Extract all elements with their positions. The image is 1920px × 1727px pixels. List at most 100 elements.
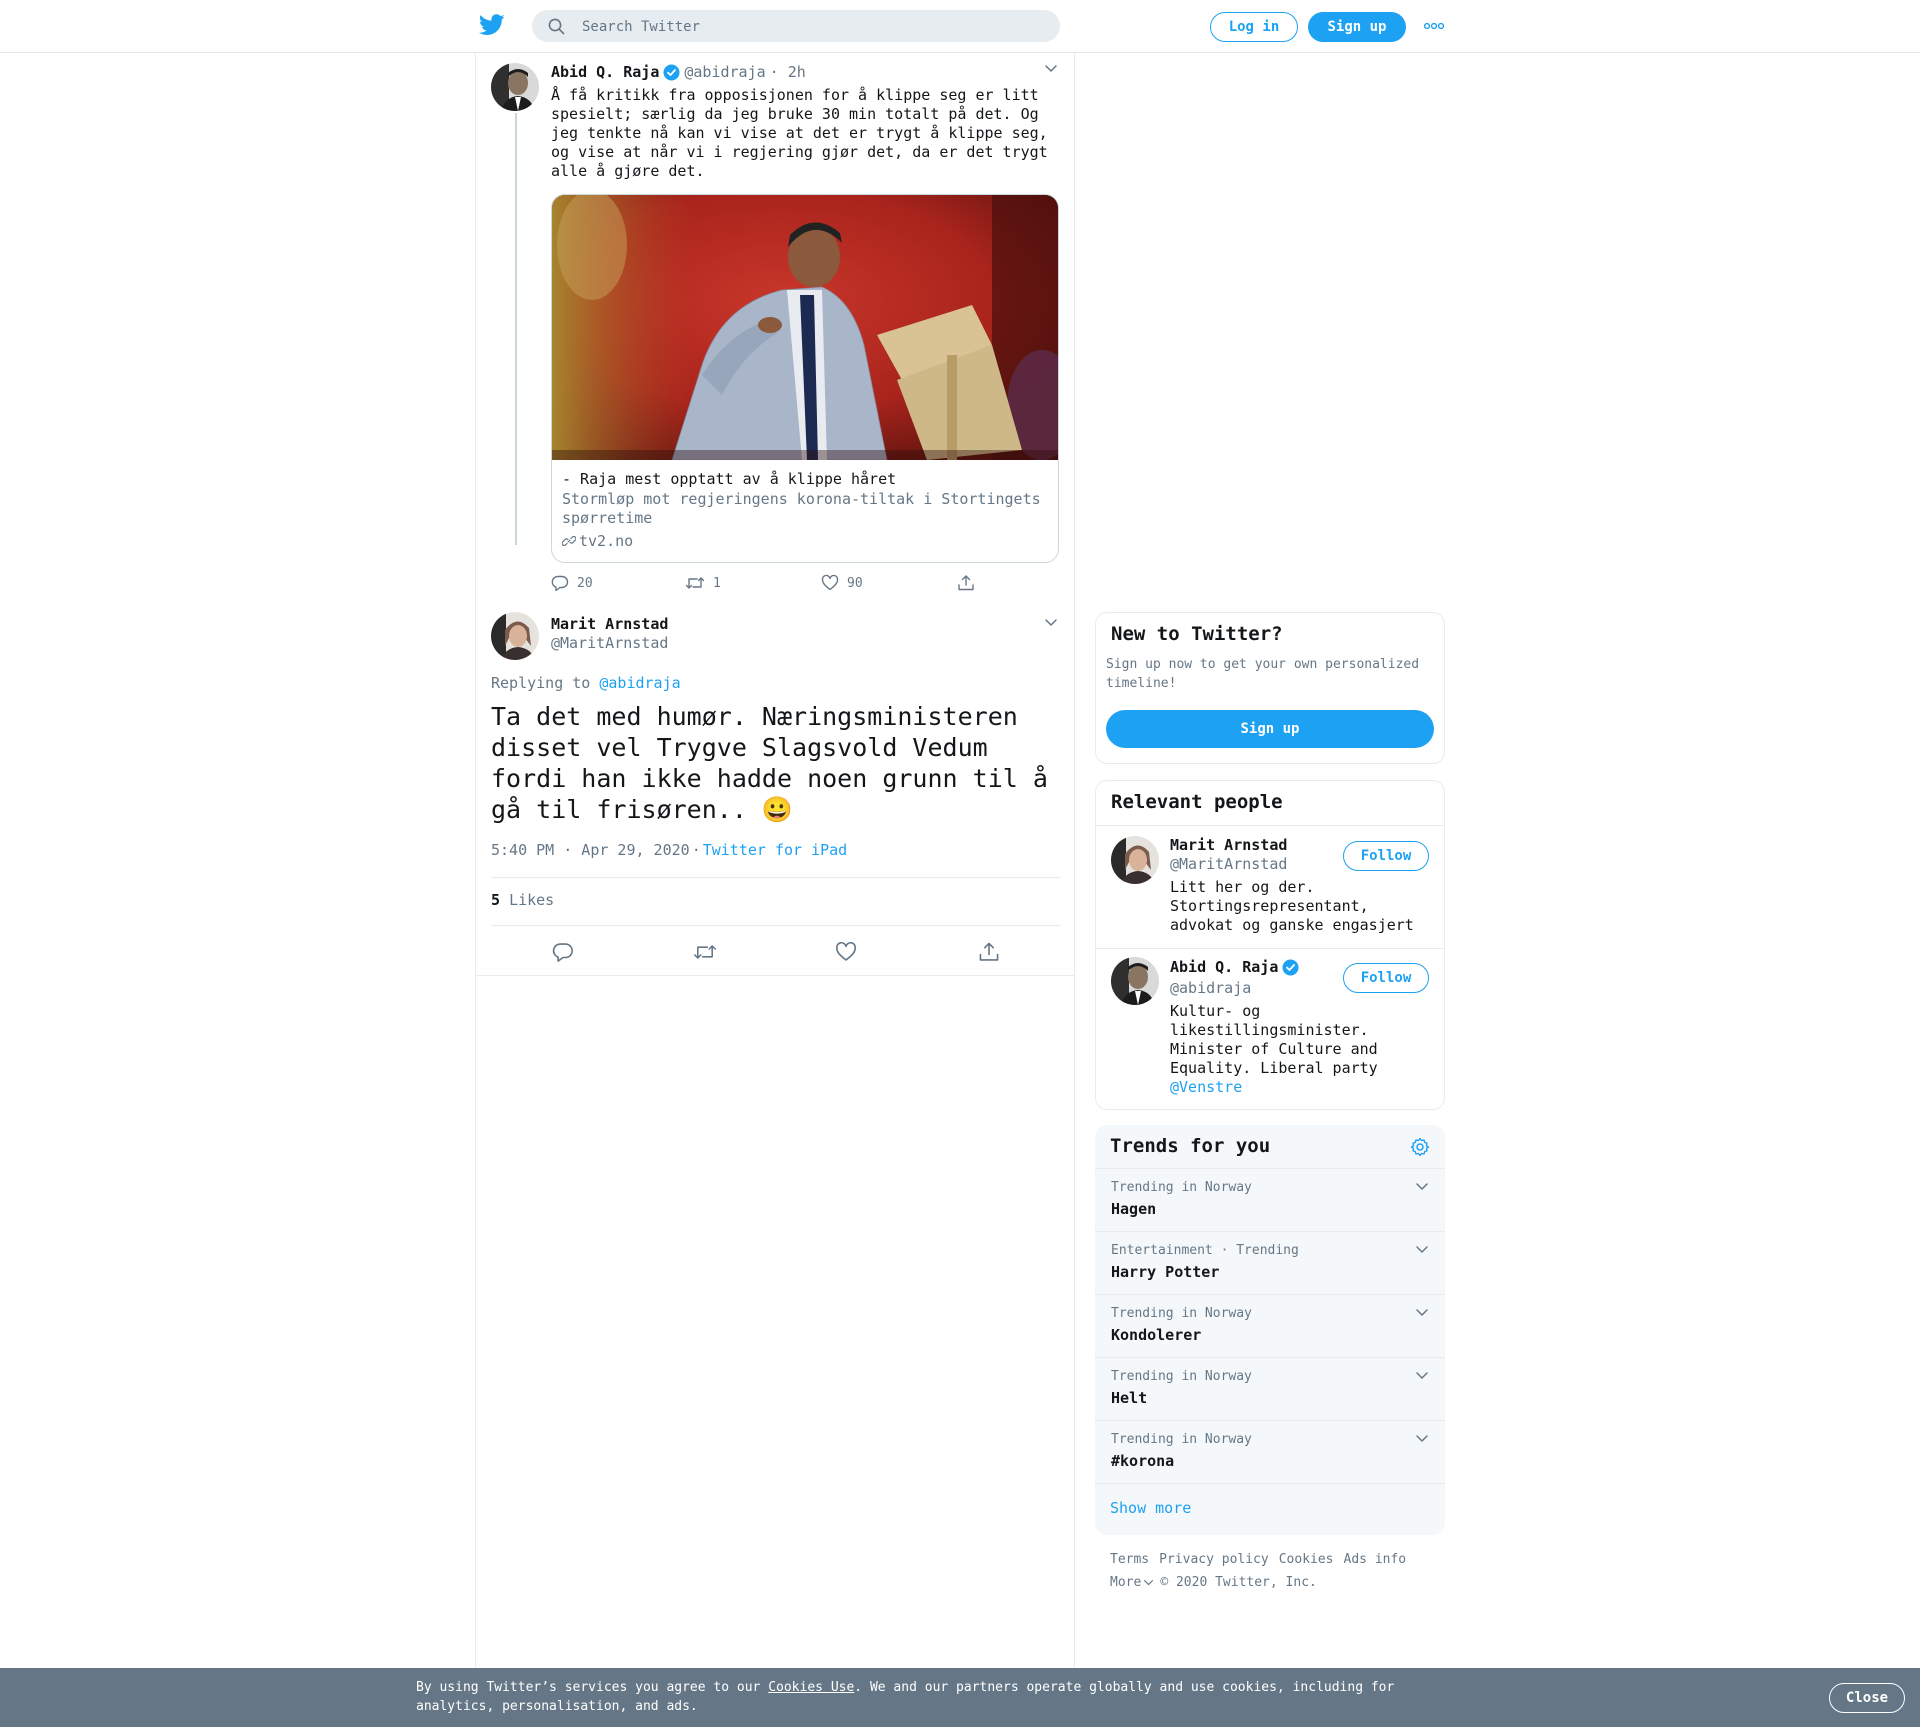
focal-like-icon[interactable] (835, 941, 857, 963)
chevron-down-icon[interactable] (1415, 1182, 1429, 1192)
trend-item[interactable]: Trending in Norway Helt (1095, 1357, 1445, 1420)
retweet-action[interactable]: 1 (685, 574, 721, 592)
footer-link-cookies[interactable]: Cookies (1279, 1552, 1334, 1567)
more-dots-icon[interactable] (1424, 21, 1444, 31)
footer-link-privacy[interactable]: Privacy policy (1159, 1552, 1269, 1567)
trend-context: Trending in Norway (1111, 1180, 1252, 1195)
card-title: - Raja mest opptatt av å klippe håret (562, 470, 897, 488)
avatar-abid-raja[interactable] (1111, 957, 1159, 1005)
follow-button[interactable]: Follow (1343, 963, 1429, 993)
card-domain-text: tv2.no (579, 532, 634, 550)
person-row-abid-raja[interactable]: Abid Q. Raja @abidraja Kultur- og likest… (1096, 949, 1444, 1109)
trend-title: Helt (1111, 1389, 1148, 1407)
focal-share-icon[interactable] (978, 941, 1000, 963)
tweet-source-link[interactable]: Twitter for iPad (703, 841, 848, 859)
signup-header-button[interactable]: Sign up (1308, 12, 1406, 42)
divider (491, 877, 1061, 878)
meta-separator: · (691, 841, 701, 859)
focal-reply-icon[interactable] (552, 941, 574, 963)
show-more-link[interactable]: Show more (1110, 1499, 1191, 1517)
parent-tweet[interactable]: Abid Q. Raja @abidraja · 2h Å få kritikk… (476, 53, 1074, 598)
card-description: Stormløp mot regjeringens korona-tiltak … (562, 490, 1041, 527)
footer-second-row: More © 2020 Twitter, Inc. (1110, 1575, 1317, 1590)
search-input[interactable] (580, 10, 1044, 44)
trends-title: Trends for you (1110, 1135, 1271, 1157)
trend-item[interactable]: Trending in Norway Hagen (1095, 1168, 1445, 1231)
person-bio: Kultur- og likestillingsminister. Minist… (1170, 1002, 1410, 1097)
chevron-down-icon[interactable] (1044, 618, 1058, 628)
person-name[interactable]: Marit Arnstad (1170, 836, 1287, 854)
chevron-down-icon[interactable] (1415, 1371, 1429, 1381)
cookie-consent-bar: By using Twitter’s services you agree to… (0, 1668, 1920, 1727)
footer-link-terms[interactable]: Terms (1110, 1552, 1149, 1567)
cookies-use-link[interactable]: Cookies Use (768, 1680, 854, 1695)
parent-tweet-header: Abid Q. Raja @abidraja · 2h (551, 63, 806, 81)
signup-sidebar-button[interactable]: Sign up (1106, 710, 1434, 748)
bio-mention-link[interactable]: @Venstre (1170, 1078, 1242, 1096)
new-to-twitter-panel: New to Twitter? Sign up now to get your … (1095, 612, 1445, 764)
avatar-marit-arnstad[interactable] (491, 612, 539, 660)
focal-tweet-meta: 5:40 PM · Apr 29, 2020 · Twitter for iPa… (491, 841, 847, 859)
author-name[interactable]: Abid Q. Raja (551, 63, 659, 81)
like-icon[interactable] (821, 574, 839, 592)
reply-icon[interactable] (551, 574, 569, 592)
person-bio: Litt her og der. Stortingsrepresentant, … (1170, 878, 1414, 934)
trend-title: Hagen (1111, 1200, 1157, 1218)
chevron-down-icon[interactable] (1044, 64, 1058, 74)
tweet-time[interactable]: · 2h (770, 63, 806, 81)
chevron-down-icon[interactable] (1415, 1434, 1429, 1444)
trend-item[interactable]: Trending in Norway #korona (1095, 1420, 1445, 1483)
reply-count: 20 (577, 575, 593, 591)
follow-button[interactable]: Follow (1343, 841, 1429, 871)
focal-author-name[interactable]: Marit Arnstad (551, 615, 668, 633)
trend-title: #korona (1111, 1452, 1175, 1470)
likes-count: 5 (491, 891, 501, 909)
settings-gear-icon[interactable] (1410, 1137, 1430, 1157)
top-nav-bar: Log in Sign up (0, 0, 1920, 53)
reply-action[interactable]: 20 (551, 574, 593, 592)
replying-prefix: Replying to (491, 674, 591, 692)
new-to-twitter-text: Sign up now to get your own personalized… (1106, 657, 1420, 691)
trend-title: Harry Potter (1111, 1263, 1220, 1281)
footer-link-ads-info[interactable]: Ads info (1344, 1552, 1407, 1567)
likes-summary[interactable]: 5 Likes (491, 891, 554, 909)
person-name[interactable]: Abid Q. Raja (1170, 958, 1278, 976)
chevron-down-icon[interactable] (1415, 1308, 1429, 1318)
retweet-count: 1 (713, 575, 721, 591)
focal-retweet-icon[interactable] (693, 941, 717, 963)
footer-links: Terms Privacy policy Cookies Ads info (1110, 1552, 1406, 1567)
retweet-icon[interactable] (685, 574, 705, 592)
chevron-down-icon (1143, 1579, 1154, 1587)
person-row-marit-arnstad[interactable]: Marit Arnstad @MaritArnstad Litt her og … (1096, 826, 1444, 948)
chevron-down-icon[interactable] (1415, 1245, 1429, 1255)
tweet-bottom-border (476, 975, 1074, 976)
likes-label: Likes (509, 891, 555, 909)
focal-timestamp[interactable]: 5:40 PM · Apr 29, 2020 (491, 841, 690, 859)
cookie-close-button[interactable]: Close (1829, 1683, 1905, 1713)
cookie-text: By using Twitter’s services you agree to… (416, 1678, 1416, 1716)
person-name-row: Abid Q. Raja (1170, 958, 1299, 976)
trend-item[interactable]: Trending in Norway Kondolerer (1095, 1294, 1445, 1357)
search-bar[interactable] (532, 10, 1060, 44)
like-count: 90 (847, 575, 863, 591)
avatar-marit-arnstad[interactable] (1111, 836, 1159, 884)
twitter-bird-icon[interactable] (479, 14, 505, 38)
replying-to: Replying to @abidraja (491, 674, 681, 692)
avatar-abid-raja[interactable] (491, 63, 539, 111)
footer-more-link[interactable]: More (1110, 1575, 1154, 1590)
login-button[interactable]: Log in (1210, 12, 1298, 42)
search-icon (548, 18, 565, 35)
person-handle[interactable]: @MaritArnstad (1170, 855, 1287, 873)
share-action[interactable] (957, 574, 975, 592)
person-handle[interactable]: @abidraja (1170, 979, 1251, 997)
replying-to-link[interactable]: @abidraja (599, 674, 680, 692)
share-icon[interactable] (957, 574, 975, 592)
trend-context: Trending in Norway (1111, 1432, 1252, 1447)
link-preview-card[interactable]: - Raja mest opptatt av å klippe håret St… (551, 194, 1059, 563)
card-image (552, 195, 1058, 460)
trend-item[interactable]: Entertainment · Trending Harry Potter (1095, 1231, 1445, 1294)
focal-author-handle[interactable]: @MaritArnstad (551, 634, 668, 652)
footer-more-label: More (1110, 1575, 1142, 1590)
like-action[interactable]: 90 (821, 574, 863, 592)
author-handle[interactable]: @abidraja (684, 63, 765, 81)
